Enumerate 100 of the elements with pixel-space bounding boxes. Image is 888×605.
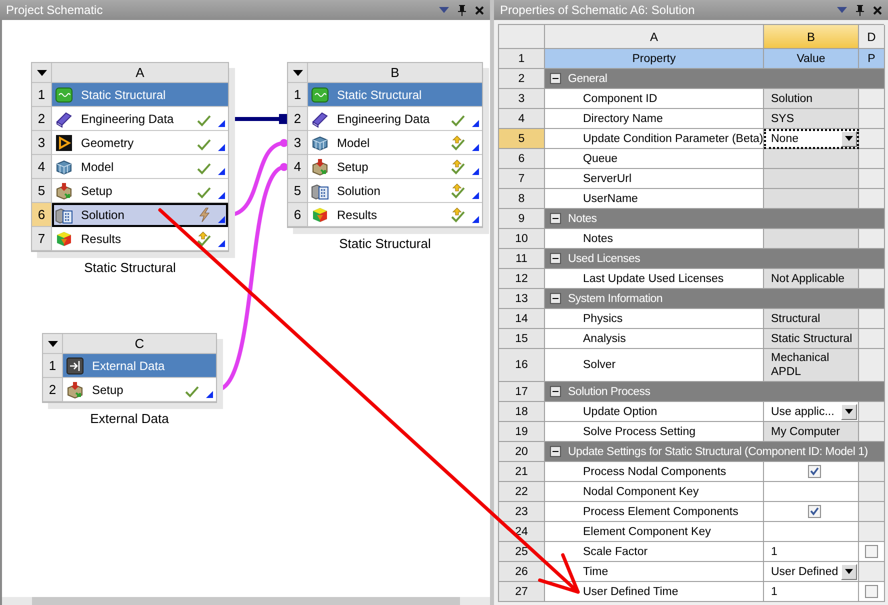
dropdown-button[interactable] xyxy=(841,404,857,420)
group-row[interactable]: General xyxy=(545,69,885,89)
close-icon[interactable] xyxy=(873,6,882,14)
row-number[interactable]: 8 xyxy=(499,189,545,209)
row-number[interactable]: 13 xyxy=(499,289,545,309)
value-cell[interactable]: My Computer xyxy=(764,422,859,442)
collapse-icon[interactable] xyxy=(550,386,561,397)
parameter-cell xyxy=(859,109,885,129)
system-cell[interactable]: Static Structural xyxy=(52,83,228,107)
collapse-icon[interactable] xyxy=(550,213,561,224)
row-number[interactable]: 3 xyxy=(499,89,545,109)
row-number[interactable]: 12 xyxy=(499,269,545,289)
collapse-icon[interactable] xyxy=(550,253,561,264)
column-header[interactable]: B xyxy=(764,25,859,49)
row-number[interactable]: 9 xyxy=(499,209,545,229)
column-header[interactable]: A xyxy=(545,25,764,49)
row-number[interactable]: 11 xyxy=(499,249,545,269)
system-cell[interactable]: Solution xyxy=(308,179,482,203)
system-cell[interactable]: Setup xyxy=(308,155,482,179)
system-cell[interactable]: Setup xyxy=(63,378,216,402)
pin-icon[interactable] xyxy=(856,4,864,16)
collapse-icon[interactable] xyxy=(550,446,561,457)
system-cell[interactable]: Model xyxy=(308,131,482,155)
value-cell[interactable] xyxy=(764,482,859,502)
row-number[interactable]: 5 xyxy=(499,129,545,149)
row-number[interactable]: 14 xyxy=(499,309,545,329)
row-number[interactable]: 23 xyxy=(499,502,545,522)
group-row[interactable]: Solution Process xyxy=(545,382,885,402)
row-number[interactable]: 4 xyxy=(499,109,545,129)
collapse-icon[interactable] xyxy=(550,293,561,304)
value-cell[interactable]: Structural xyxy=(764,309,859,329)
parameter-cell xyxy=(859,482,885,502)
group-row[interactable]: Used Licenses xyxy=(545,249,885,269)
group-row[interactable]: Notes xyxy=(545,209,885,229)
system-caption[interactable]: Static Structural xyxy=(339,236,431,251)
row-number[interactable]: 15 xyxy=(499,329,545,349)
row-number[interactable]: 10 xyxy=(499,229,545,249)
value-cell[interactable]: Mechanical APDL xyxy=(764,349,859,382)
dropdown-icon[interactable] xyxy=(439,7,449,13)
value-cell[interactable]: 1 xyxy=(764,582,859,602)
row-number[interactable]: 7 xyxy=(499,169,545,189)
value-cell[interactable]: User Defined xyxy=(764,562,859,582)
system-cell[interactable]: Results xyxy=(52,227,228,251)
system-cell[interactable]: Engineering Data xyxy=(52,107,228,131)
system-cell[interactable]: Results xyxy=(308,203,482,227)
group-row[interactable]: Update Settings for Static Structural (Component ID: Model 1) xyxy=(545,442,885,462)
value-cell[interactable] xyxy=(764,522,859,542)
value-cell[interactable] xyxy=(764,502,859,522)
value-text: Use applic... xyxy=(771,404,834,420)
value-cell[interactable]: Not Applicable xyxy=(764,269,859,289)
system-cell[interactable]: Engineering Data xyxy=(308,107,482,131)
value-cell[interactable]: Solution xyxy=(764,89,859,109)
column-header[interactable]: D xyxy=(859,25,885,49)
value-cell[interactable]: 1 xyxy=(764,542,859,562)
row-number[interactable]: 1 xyxy=(499,49,545,69)
system-cell[interactable]: Solution xyxy=(52,203,228,227)
system-cell[interactable]: External Data xyxy=(63,354,216,378)
row-number[interactable]: 19 xyxy=(499,422,545,442)
system-cell[interactable]: Static Structural xyxy=(308,83,482,107)
row-number[interactable]: 22 xyxy=(499,482,545,502)
row-number[interactable]: 6 xyxy=(499,149,545,169)
close-icon[interactable] xyxy=(475,6,484,14)
row-number[interactable]: 18 xyxy=(499,402,545,422)
value-cell[interactable]: Static Structural xyxy=(764,329,859,349)
row-number[interactable]: 21 xyxy=(499,462,545,482)
row-number: 3 xyxy=(32,131,52,155)
value-cell[interactable] xyxy=(764,229,859,249)
row-number[interactable]: 20 xyxy=(499,442,545,462)
cell-label: Engineering Data xyxy=(81,112,175,126)
dropdown-icon[interactable] xyxy=(837,7,847,13)
parameter-checkbox[interactable] xyxy=(865,585,878,598)
row-number[interactable]: 16 xyxy=(499,349,545,382)
system-caption[interactable]: External Data xyxy=(90,411,169,426)
row-number[interactable]: 2 xyxy=(499,69,545,89)
checkbox[interactable] xyxy=(808,465,821,478)
value-cell[interactable]: SYS xyxy=(764,109,859,129)
row-number[interactable]: 27 xyxy=(499,582,545,602)
collapse-icon[interactable] xyxy=(550,73,561,84)
system-caption[interactable]: Static Structural xyxy=(84,260,176,275)
dropdown-button[interactable] xyxy=(841,564,857,580)
group-row[interactable]: System Information xyxy=(545,289,885,309)
dropdown-button[interactable] xyxy=(841,130,857,146)
parameter-checkbox[interactable] xyxy=(865,545,878,558)
row-number[interactable]: 26 xyxy=(499,562,545,582)
pin-icon[interactable] xyxy=(458,4,466,16)
value-cell[interactable]: Use applic... xyxy=(764,402,859,422)
system-cell[interactable]: Setup xyxy=(52,179,228,203)
value-cell[interactable] xyxy=(764,462,859,482)
value-cell[interactable] xyxy=(764,189,859,209)
system-cell[interactable]: Geometry xyxy=(52,131,228,155)
value-text: SYS xyxy=(771,112,794,126)
corner-mark-icon xyxy=(218,168,225,175)
checkbox[interactable] xyxy=(808,505,821,518)
value-cell[interactable] xyxy=(764,169,859,189)
book-icon xyxy=(55,110,73,128)
value-cell[interactable] xyxy=(764,149,859,169)
row-number[interactable]: 17 xyxy=(499,382,545,402)
system-cell[interactable]: Model xyxy=(52,155,228,179)
property-name: Nodal Component Key xyxy=(545,482,764,502)
value-cell[interactable]: None xyxy=(764,129,859,149)
